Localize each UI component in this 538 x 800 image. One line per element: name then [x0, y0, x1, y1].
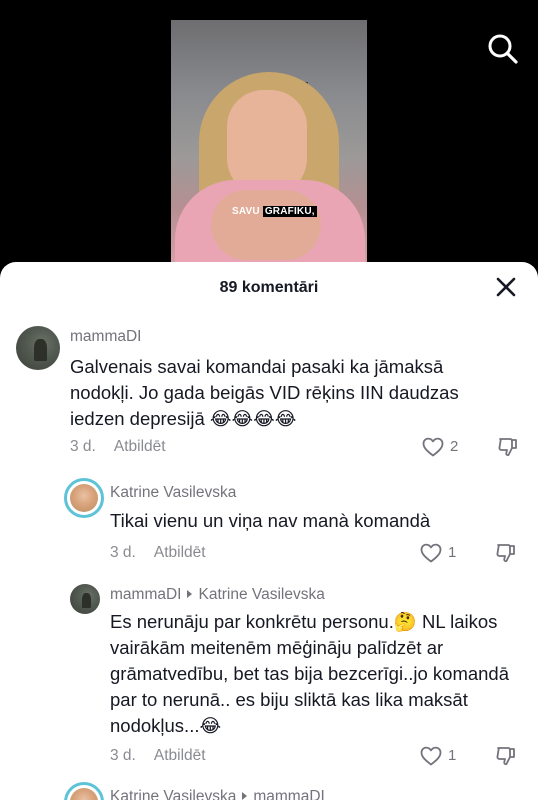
- avatar-photo: [70, 788, 98, 800]
- comment-author[interactable]: mammaDI: [110, 586, 181, 603]
- like-count: 2: [450, 438, 459, 455]
- comment-time: 3 d.: [110, 544, 136, 561]
- reply-to-user[interactable]: Katrine Vasilevska: [198, 586, 324, 603]
- reply-button[interactable]: Atbildēt: [154, 747, 206, 764]
- comment-username: mammaDI Katrine Vasilevska: [110, 586, 325, 604]
- comment-meta: 3 d. Atbildēt: [70, 438, 166, 456]
- like-button[interactable]: 1: [419, 744, 469, 768]
- comment-author[interactable]: Katrine Vasilevska: [110, 788, 236, 800]
- like-count: 1: [448, 747, 457, 764]
- avatar-figure: [33, 339, 47, 362]
- comment-time: 3 d.: [70, 438, 96, 455]
- search-icon: [488, 34, 518, 64]
- search-button[interactable]: [486, 32, 520, 66]
- comment-username: Katrine Vasilevska mammaDI: [110, 788, 325, 800]
- thumbs-down-icon: [496, 544, 515, 563]
- sheet-header: 89 komentāri: [0, 262, 538, 312]
- dislike-button[interactable]: [496, 435, 520, 459]
- reply-arrow-icon: [242, 792, 248, 800]
- avatar[interactable]: [64, 782, 104, 800]
- close-icon: [496, 277, 516, 297]
- comment-meta: 3 d. Atbildēt: [110, 544, 206, 562]
- like-button[interactable]: 1: [419, 541, 469, 565]
- comment-username[interactable]: Katrine Vasilevska: [110, 484, 236, 502]
- comment-meta: 3 d. Atbildēt: [110, 747, 206, 765]
- comment-time: 3 d.: [110, 747, 136, 764]
- heart-icon: [420, 543, 442, 563]
- comment-text: Tikai vienu un viņa nav manà komandà: [110, 510, 431, 531]
- reply-item: Katrine Vasilevska Tikai vienu un viņa n…: [0, 478, 538, 578]
- caption-word-1: SAVU: [232, 206, 260, 217]
- avatar[interactable]: [16, 326, 60, 370]
- comment-text: Galvenais savai komandai pasaki ka jāmak…: [70, 356, 459, 429]
- avatar-figure: [82, 593, 91, 608]
- close-button[interactable]: [494, 275, 518, 299]
- reply-item: Katrine Vasilevska mammaDI: [0, 780, 538, 800]
- reply-item: mammaDI Katrine Vasilevska Es nerunāju pa…: [0, 582, 538, 772]
- video-frame[interactable]: SAVU GRAFIKU,: [171, 20, 367, 270]
- video-player[interactable]: SAVU GRAFIKU,: [0, 0, 538, 270]
- reply-arrow-icon: [187, 590, 193, 599]
- comment-item: mammaDI Galvenais savai komandai pasaki …: [0, 324, 538, 464]
- comment-username[interactable]: mammaDI: [70, 328, 141, 346]
- reply-to-user[interactable]: mammaDI: [253, 788, 324, 800]
- reply-button[interactable]: Atbildēt: [154, 544, 206, 561]
- dislike-button[interactable]: [494, 744, 518, 768]
- reply-button[interactable]: Atbildēt: [114, 438, 166, 455]
- comments-count-title: 89 komentāri: [219, 279, 319, 296]
- avatar-photo: [70, 484, 98, 512]
- avatar[interactable]: [64, 478, 104, 518]
- thumbs-down-icon: [498, 438, 517, 457]
- video-caption: SAVU GRAFIKU,: [229, 205, 320, 218]
- heart-icon: [420, 746, 442, 766]
- dislike-button[interactable]: [494, 541, 518, 565]
- heart-icon: [422, 437, 444, 457]
- comment-text: Es nerunāju par konkrētu personu.🤔 NL la…: [110, 611, 510, 736]
- like-button[interactable]: 2: [421, 435, 471, 459]
- avatar[interactable]: [70, 584, 100, 614]
- caption-word-2: GRAFIKU,: [262, 206, 317, 217]
- person-hands: [211, 190, 321, 260]
- like-count: 1: [448, 544, 457, 561]
- thumbs-down-icon: [496, 747, 515, 766]
- comments-sheet: 89 komentāri mammaDI Galvenais savai kom…: [0, 262, 538, 800]
